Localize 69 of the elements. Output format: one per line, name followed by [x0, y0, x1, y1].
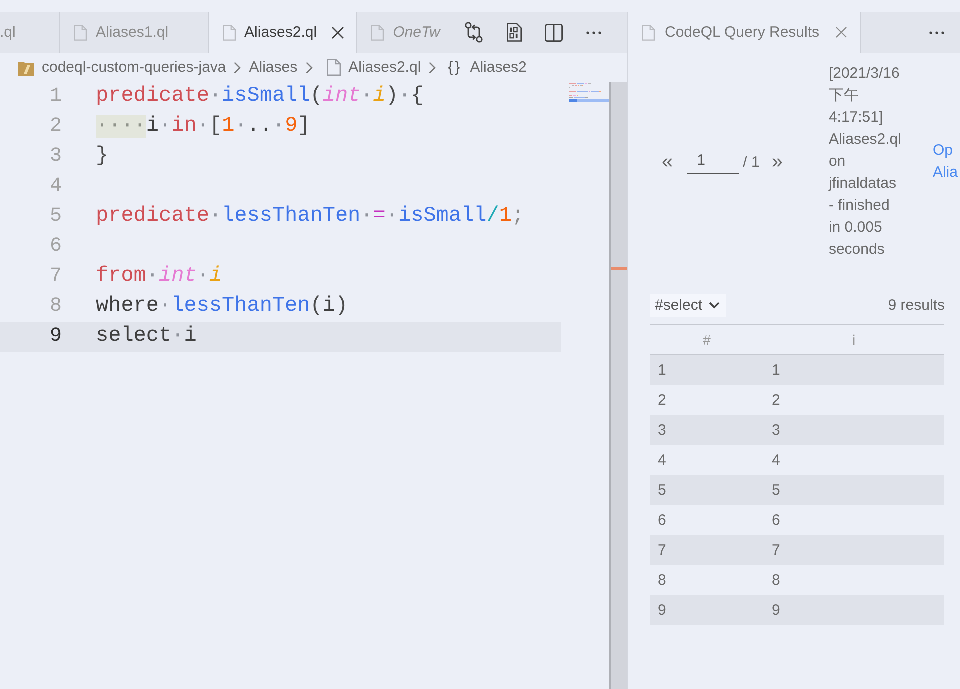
line-number: 9	[48, 324, 63, 350]
code-line: from·int·i	[96, 264, 222, 290]
file-icon	[74, 24, 87, 40]
table-cell: 2	[764, 385, 944, 415]
split-editor-icon[interactable]	[545, 24, 563, 42]
breadcrumb-item[interactable]: Aliases2.ql	[320, 59, 422, 76]
folder-icon	[18, 60, 34, 76]
next-page-button[interactable]: »	[770, 150, 785, 174]
results-tab[interactable]: CodeQL Query Results	[628, 12, 861, 53]
chevron-right-icon	[429, 62, 436, 74]
file-icon	[222, 24, 236, 40]
table-cell: 5	[650, 475, 764, 505]
table-cell: 6	[650, 505, 764, 535]
line-number: 3	[48, 144, 63, 170]
line-number: 2	[48, 114, 63, 140]
ruler-marker	[611, 267, 627, 270]
code-line: predicate·lessThanTen·=·isSmall/1;	[96, 204, 525, 230]
breadcrumb-item[interactable]: Aliases	[249, 59, 298, 76]
chevron-right-icon	[306, 62, 313, 74]
table-cell: 5	[764, 475, 944, 505]
code-line: }	[96, 144, 109, 170]
code-line: select·i	[96, 324, 197, 350]
code-line: where·lessThanTen(i)	[96, 294, 348, 320]
table-cell: 9	[764, 595, 944, 625]
table-cell: 4	[650, 445, 764, 475]
table-cell: 3	[650, 415, 764, 445]
table-cell: 6	[764, 505, 944, 535]
binary-file-icon[interactable]	[506, 23, 522, 42]
editor-tab[interactable]: .ql	[0, 12, 60, 53]
compare-icon[interactable]	[465, 22, 483, 43]
result-set-dropdown[interactable]: #select	[650, 294, 726, 317]
table-cell: 2	[650, 385, 764, 415]
table-cell: 4	[764, 445, 944, 475]
breadcrumb-item[interactable]: {} Aliases2	[444, 59, 527, 76]
query-info-text: [2021/3/16 下午 4:17:51] Aliases2.ql on jfinaldatas - finished in 0.005 seconds	[828, 64, 902, 260]
more-icon[interactable]	[929, 30, 945, 34]
code-line: predicate·isSmall(int·i)·{	[96, 84, 424, 110]
line-number: 5	[48, 204, 63, 230]
table-cell: 7	[650, 535, 764, 565]
page-total: / 1	[743, 154, 760, 170]
result-count: 9 results	[888, 297, 945, 314]
file-icon	[642, 24, 655, 40]
close-icon[interactable]	[332, 26, 344, 38]
previous-page-button[interactable]: «	[660, 150, 676, 174]
file-icon	[326, 59, 341, 76]
line-number: 7	[48, 264, 63, 290]
breadcrumb-item[interactable]: codeql-custom-queries-java	[18, 59, 226, 76]
more-icon[interactable]	[586, 30, 602, 34]
table-cell: 8	[764, 565, 944, 595]
table-cell: 1	[650, 354, 764, 385]
scrollbar-track[interactable]	[609, 82, 627, 689]
file-icon	[371, 24, 384, 40]
braces-icon: {}	[448, 59, 462, 76]
open-query-link[interactable]: Op Alia	[932, 140, 958, 184]
page-input[interactable]: 1	[687, 150, 740, 174]
line-number: 1	[48, 84, 63, 110]
line-number: 6	[48, 234, 63, 260]
line-number: 8	[48, 294, 63, 320]
minimap-drawing	[569, 83, 609, 102]
code-line: ····i·in·[1·..·9]	[96, 114, 310, 140]
table-cell: 1	[764, 354, 944, 385]
chevron-down-icon	[708, 302, 720, 309]
table-cell: 3	[764, 415, 944, 445]
table-cell: 8	[650, 565, 764, 595]
line-number: 4	[48, 174, 63, 200]
editor-tab[interactable]: Aliases2.ql	[208, 12, 358, 53]
table-cell: 7	[764, 535, 944, 565]
table-cell: 9	[650, 595, 764, 625]
chevron-right-icon	[234, 62, 242, 74]
